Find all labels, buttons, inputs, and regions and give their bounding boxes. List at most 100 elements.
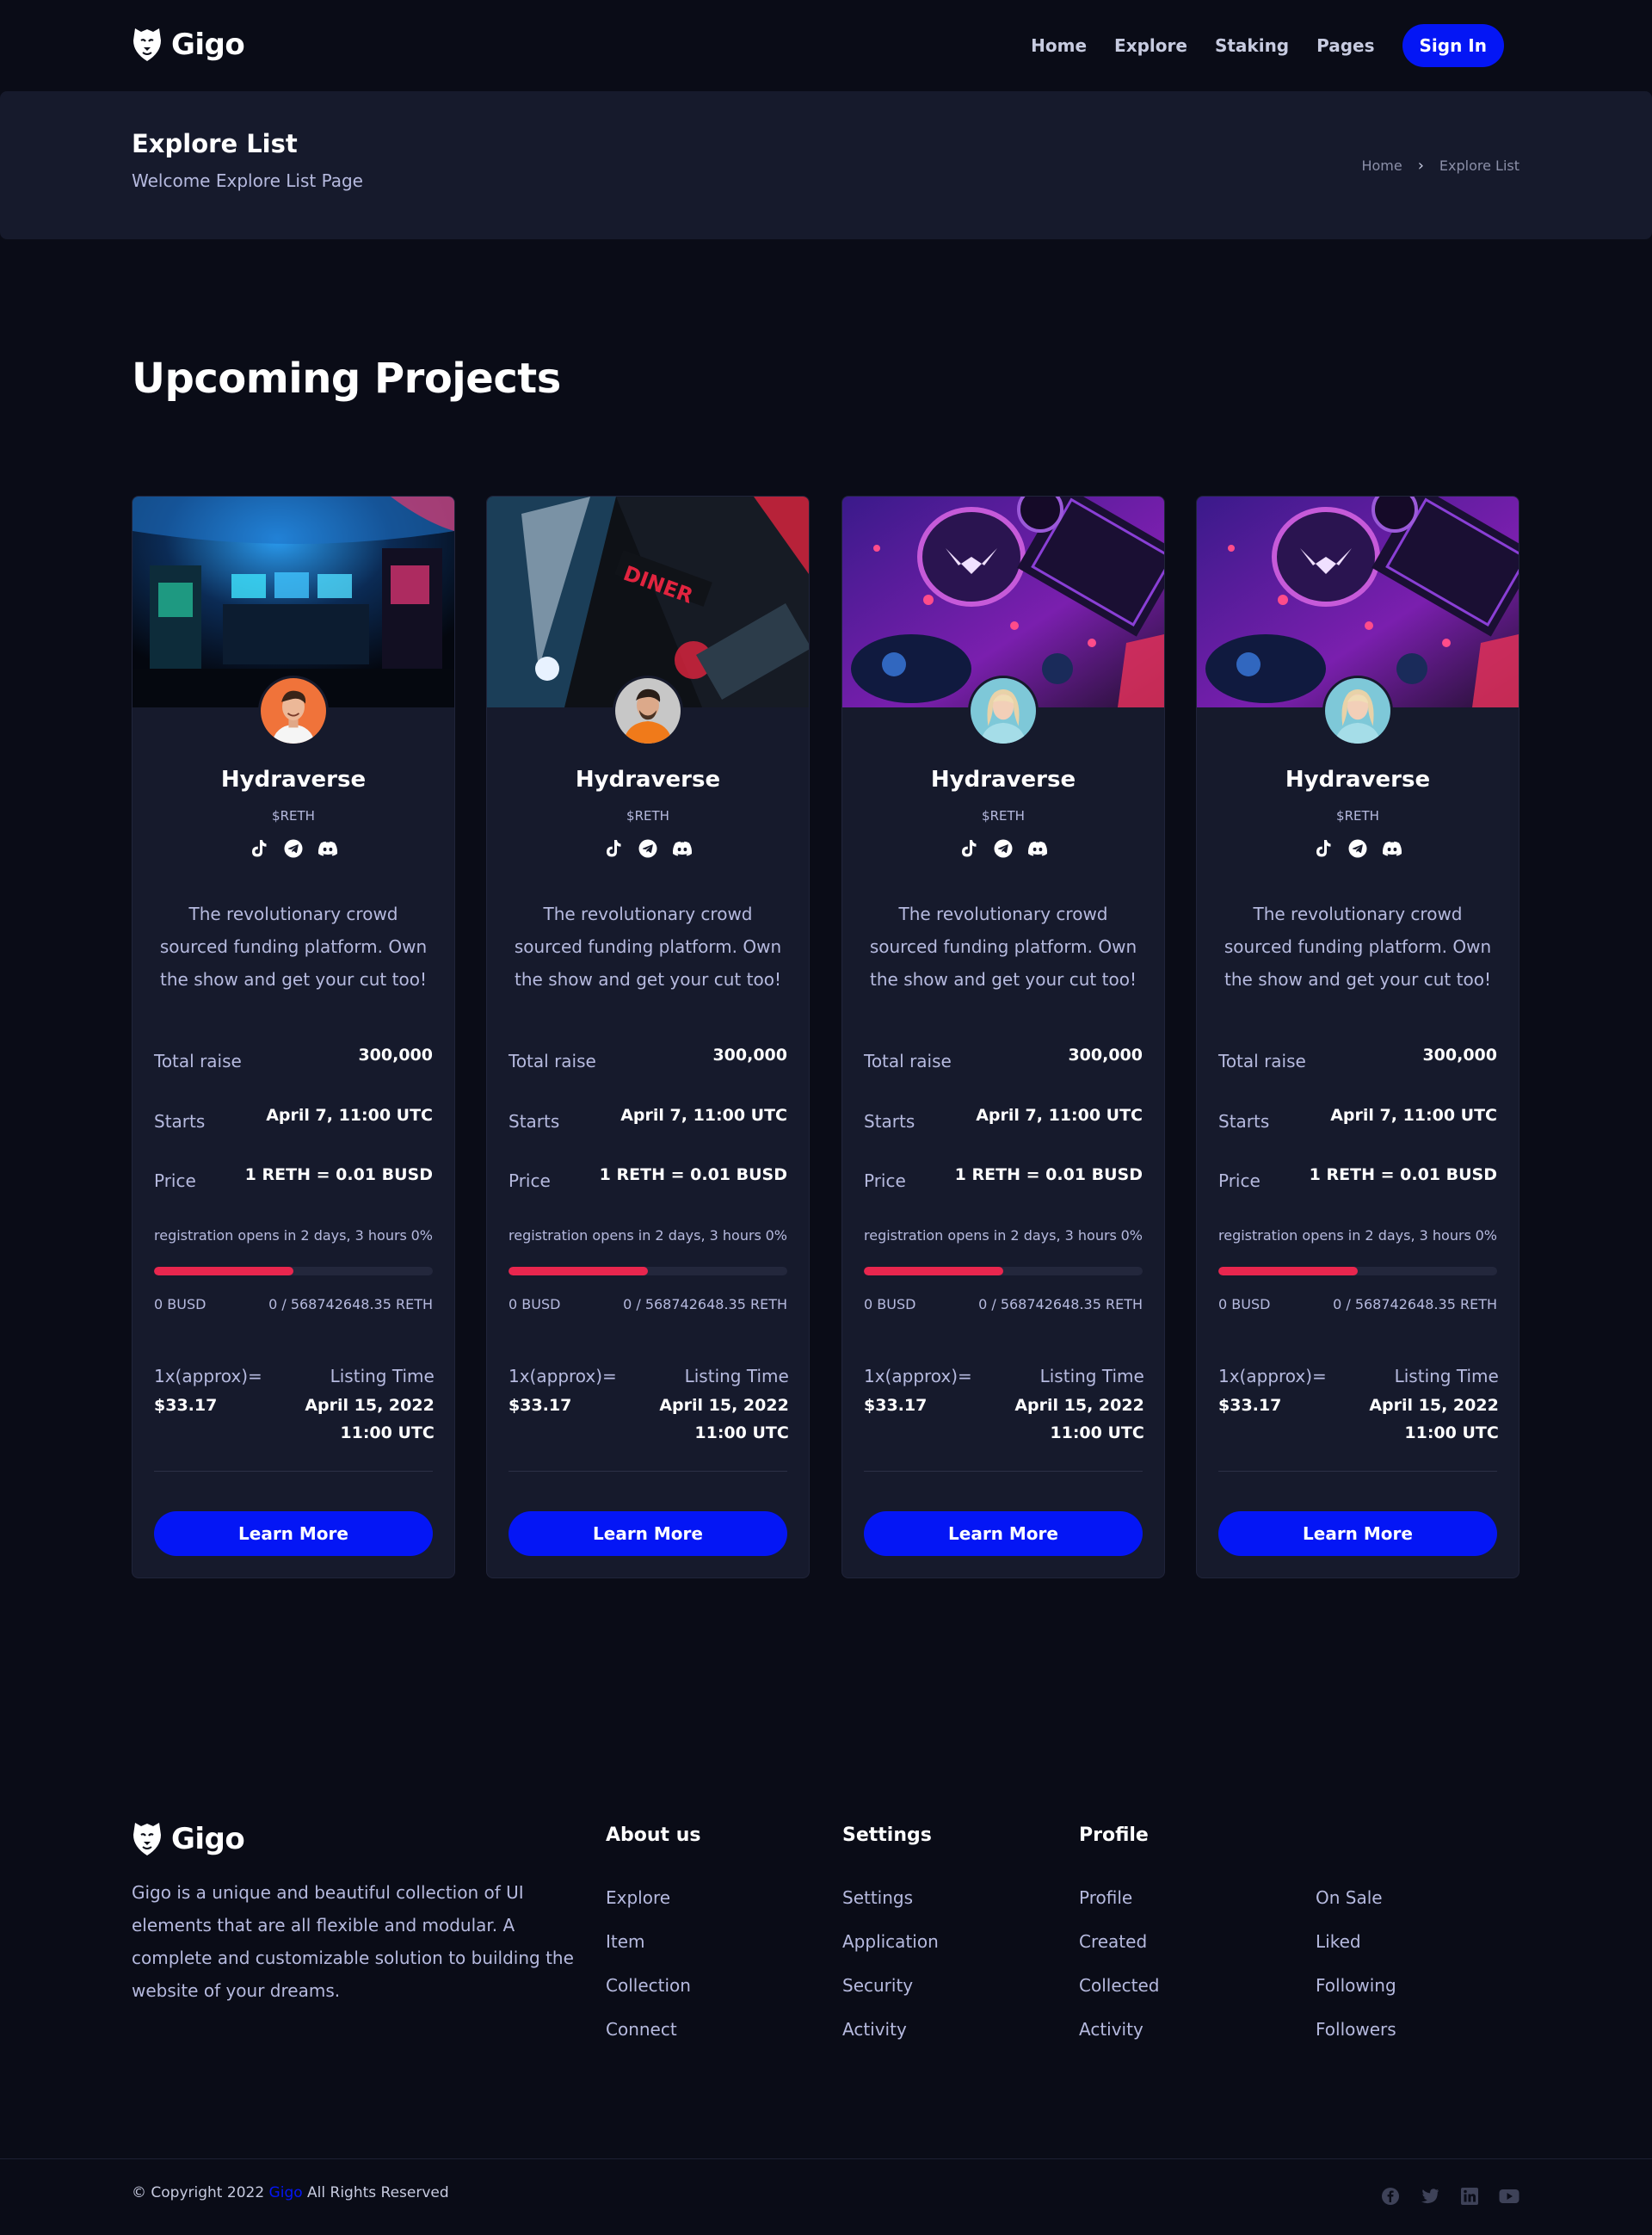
- footer-link-following[interactable]: Following: [1316, 1964, 1396, 2008]
- footer-link-activity[interactable]: Activity: [842, 2008, 939, 2052]
- raised-busd: 0 BUSD: [864, 1296, 916, 1312]
- listing-info: 1x(approx)= $33.17 Listing Time April 15…: [509, 1361, 789, 1447]
- progress-bar-fill: [154, 1267, 293, 1275]
- sign-in-button[interactable]: Sign In: [1402, 24, 1504, 67]
- footer-link-collection[interactable]: Collection: [606, 1964, 691, 2008]
- discord-icon[interactable]: [317, 837, 339, 860]
- copyright-prefix: © Copyright 2022: [132, 2184, 265, 2201]
- logo-text: Gigo: [171, 28, 245, 62]
- price-label: Price: [154, 1170, 196, 1191]
- telegram-icon[interactable]: [637, 837, 659, 860]
- telegram-icon[interactable]: [1347, 837, 1369, 860]
- progress-bar-fill: [864, 1267, 1003, 1275]
- tiktok-icon[interactable]: [602, 837, 625, 860]
- tiktok-icon[interactable]: [1312, 837, 1335, 860]
- nav-home[interactable]: Home: [1031, 35, 1087, 56]
- raised-amounts: 0 BUSD 0 / 568742648.35 RETH: [154, 1296, 433, 1312]
- approx-value: $33.17: [1218, 1396, 1282, 1415]
- raised-reth: 0 / 568742648.35 RETH: [978, 1296, 1143, 1312]
- footer-social-links: [1380, 2186, 1519, 2207]
- approx-value: $33.17: [864, 1396, 928, 1415]
- learn-more-button[interactable]: Learn More: [509, 1511, 787, 1556]
- registration-text: registration opens in 2 days, 3 hours: [154, 1227, 407, 1244]
- project-symbol: $RETH: [982, 808, 1025, 824]
- raised-reth: 0 / 568742648.35 RETH: [268, 1296, 433, 1312]
- project-name: Hydraverse: [575, 767, 721, 793]
- site-header: Gigo Home Explore Staking Pages Sign In: [0, 0, 1652, 91]
- listing-time-value: April 15, 2022 11:00 UTC: [1369, 1396, 1499, 1442]
- price-value: 1 RETH = 0.01 BUSD: [244, 1165, 433, 1184]
- project-symbol: $RETH: [272, 808, 315, 824]
- logo[interactable]: Gigo: [132, 26, 245, 64]
- nav-staking[interactable]: Staking: [1215, 35, 1289, 56]
- discord-icon[interactable]: [1381, 837, 1403, 860]
- telegram-icon[interactable]: [992, 837, 1014, 860]
- starts-value: April 7, 11:00 UTC: [1330, 1106, 1497, 1125]
- price-row: Price 1 RETH = 0.01 BUSD: [864, 1165, 1143, 1191]
- footer-link-item[interactable]: Item: [606, 1920, 691, 1964]
- approx-value: $33.17: [509, 1396, 572, 1415]
- copyright-brand-link[interactable]: Gigo: [269, 2184, 303, 2201]
- card-divider: [154, 1471, 433, 1472]
- card-divider: [864, 1471, 1143, 1472]
- listing-info: 1x(approx)= $33.17 Listing Time April 15…: [864, 1361, 1144, 1447]
- footer-link-collected[interactable]: Collected: [1079, 1964, 1159, 2008]
- registration-status: registration opens in 2 days, 3 hours 0%: [864, 1227, 1143, 1244]
- listing-info: 1x(approx)= $33.17 Listing Time April 15…: [154, 1361, 435, 1447]
- listing-time-value: April 15, 2022 11:00 UTC: [305, 1396, 435, 1442]
- learn-more-button[interactable]: Learn More: [864, 1511, 1143, 1556]
- chevron-right-icon: ›: [1417, 157, 1424, 175]
- project-name: Hydraverse: [930, 767, 1076, 793]
- project-description: The revolutionary crowd sourced funding …: [869, 904, 1137, 990]
- progress-bar: [509, 1267, 787, 1275]
- facebook-icon[interactable]: [1380, 2186, 1401, 2207]
- total-raise-label: Total raise: [509, 1051, 596, 1071]
- footer-link-security[interactable]: Security: [842, 1964, 939, 2008]
- footer-logo-text: Gigo: [171, 1822, 245, 1856]
- project-socials: [487, 837, 809, 860]
- project-socials: [133, 837, 454, 860]
- registration-text: registration opens in 2 days, 3 hours: [1218, 1227, 1471, 1244]
- starts-label: Starts: [1218, 1111, 1270, 1132]
- raised-amounts: 0 BUSD 0 / 568742648.35 RETH: [509, 1296, 787, 1312]
- linkedin-icon[interactable]: [1459, 2186, 1480, 2207]
- total-raise-value: 300,000: [358, 1046, 433, 1065]
- price-label: Price: [509, 1170, 551, 1191]
- discord-icon[interactable]: [1026, 837, 1049, 860]
- footer-link-activity[interactable]: Activity: [1079, 2008, 1159, 2052]
- breadcrumb-home[interactable]: Home: [1361, 157, 1402, 174]
- footer-link-application[interactable]: Application: [842, 1920, 939, 1964]
- listing-time-label: Listing Time: [684, 1366, 789, 1386]
- footer-link-followers[interactable]: Followers: [1316, 2008, 1396, 2052]
- listing-time-label: Listing Time: [1039, 1366, 1144, 1386]
- youtube-icon[interactable]: [1499, 2186, 1519, 2207]
- raised-amounts: 0 BUSD 0 / 568742648.35 RETH: [1218, 1296, 1497, 1312]
- raised-busd: 0 BUSD: [509, 1296, 561, 1312]
- nav-explore[interactable]: Explore: [1114, 35, 1187, 56]
- learn-more-button[interactable]: Learn More: [154, 1511, 433, 1556]
- starts-row: Starts April 7, 11:00 UTC: [1218, 1106, 1497, 1132]
- footer-link-created[interactable]: Created: [1079, 1920, 1159, 1964]
- footer-link-connect[interactable]: Connect: [606, 2008, 691, 2052]
- discord-icon[interactable]: [671, 837, 693, 860]
- price-label: Price: [864, 1170, 906, 1191]
- learn-more-button[interactable]: Learn More: [1218, 1511, 1497, 1556]
- project-cards: Hydraverse $RETH The revolutionary crowd…: [132, 496, 1520, 1578]
- footer-link-on-sale[interactable]: On Sale: [1316, 1876, 1396, 1920]
- nav-pages[interactable]: Pages: [1316, 35, 1374, 56]
- card-divider: [1218, 1471, 1497, 1472]
- twitter-icon[interactable]: [1420, 2186, 1440, 2207]
- listing-info: 1x(approx)= $33.17 Listing Time April 15…: [1218, 1361, 1499, 1447]
- price-label: Price: [1218, 1170, 1261, 1191]
- footer-logo[interactable]: Gigo: [132, 1821, 245, 1857]
- footer-link-profile[interactable]: Profile: [1079, 1876, 1159, 1920]
- tiktok-icon[interactable]: [958, 837, 980, 860]
- footer-link-settings[interactable]: Settings: [842, 1876, 939, 1920]
- tiktok-icon[interactable]: [248, 837, 270, 860]
- footer-link-explore[interactable]: Explore: [606, 1876, 691, 1920]
- total-raise-row: Total raise 300,000: [509, 1046, 787, 1071]
- starts-row: Starts April 7, 11:00 UTC: [864, 1106, 1143, 1132]
- footer-link-liked[interactable]: Liked: [1316, 1920, 1396, 1964]
- starts-value: April 7, 11:00 UTC: [620, 1106, 787, 1125]
- telegram-icon[interactable]: [282, 837, 305, 860]
